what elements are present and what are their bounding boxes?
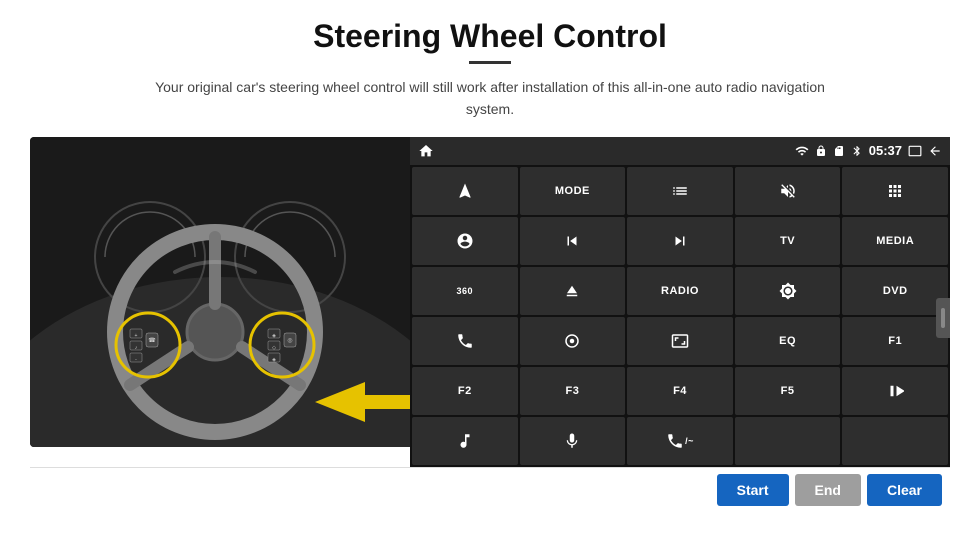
- back-icon: [928, 144, 942, 158]
- btn-row6-5[interactable]: [842, 417, 948, 465]
- page-subtitle: Your original car's steering wheel contr…: [150, 76, 830, 121]
- title-divider: [469, 61, 511, 64]
- btn-navi-circle[interactable]: [520, 317, 626, 365]
- btn-dvd[interactable]: DVD: [842, 267, 948, 315]
- page-container: Steering Wheel Control Your original car…: [0, 0, 980, 544]
- btn-eject[interactable]: [520, 267, 626, 315]
- bluetooth-icon: [851, 145, 863, 157]
- btn-radio[interactable]: RADIO: [627, 267, 733, 315]
- btn-settings-circle[interactable]: [412, 217, 518, 265]
- wifi-icon: [795, 144, 809, 158]
- control-panel-wrapper: 05:37 MODE: [410, 137, 950, 467]
- btn-list[interactable]: [627, 167, 733, 215]
- svg-text:◈: ◈: [272, 333, 276, 339]
- btn-tv[interactable]: TV: [735, 217, 841, 265]
- btn-f5[interactable]: F5: [735, 367, 841, 415]
- svg-text:☎: ☎: [148, 337, 156, 344]
- btn-360-car[interactable]: 360: [412, 267, 518, 315]
- status-left: [418, 143, 434, 159]
- btn-f1[interactable]: F1: [842, 317, 948, 365]
- sd-icon: [833, 145, 845, 157]
- status-time: 05:37: [869, 143, 902, 158]
- btn-eq[interactable]: EQ: [735, 317, 841, 365]
- end-button[interactable]: End: [795, 474, 861, 506]
- btn-prev[interactable]: [520, 217, 626, 265]
- btn-phone-call[interactable]: /~: [627, 417, 733, 465]
- btn-play-pause[interactable]: [842, 367, 948, 415]
- btn-f3[interactable]: F3: [520, 367, 626, 415]
- btn-f2[interactable]: F2: [412, 367, 518, 415]
- svg-text:◇: ◇: [272, 345, 276, 351]
- btn-next[interactable]: [627, 217, 733, 265]
- btn-aspect-ratio[interactable]: [627, 317, 733, 365]
- status-right: 05:37: [795, 143, 942, 158]
- clear-button[interactable]: Clear: [867, 474, 942, 506]
- btn-mode[interactable]: MODE: [520, 167, 626, 215]
- btn-f4[interactable]: F4: [627, 367, 733, 415]
- btn-media[interactable]: MEDIA: [842, 217, 948, 265]
- status-bar: 05:37: [410, 137, 950, 165]
- btn-microphone[interactable]: [520, 417, 626, 465]
- lock-icon: [815, 145, 827, 157]
- scroll-handle[interactable]: [936, 298, 950, 338]
- btn-navigate[interactable]: [412, 167, 518, 215]
- content-row: + ♪ - ☎ ◈ ◇ ◈ ◎: [30, 137, 950, 467]
- svg-text:◈: ◈: [272, 357, 276, 363]
- control-button-grid: MODE TV: [410, 165, 950, 467]
- steering-wheel-image: + ♪ - ☎ ◈ ◇ ◈ ◎: [30, 137, 410, 447]
- btn-music[interactable]: [412, 417, 518, 465]
- svg-text:+: +: [135, 333, 138, 339]
- page-title: Steering Wheel Control: [313, 18, 667, 55]
- svg-text:◎: ◎: [287, 338, 292, 344]
- home-icon: [418, 143, 434, 159]
- btn-mute[interactable]: [735, 167, 841, 215]
- start-button[interactable]: Start: [717, 474, 789, 506]
- btn-phone[interactable]: [412, 317, 518, 365]
- screen-icon: [908, 144, 922, 158]
- bottom-buttons-bar: Start End Clear: [30, 467, 950, 513]
- btn-brightness[interactable]: [735, 267, 841, 315]
- btn-row6-4[interactable]: [735, 417, 841, 465]
- btn-apps[interactable]: [842, 167, 948, 215]
